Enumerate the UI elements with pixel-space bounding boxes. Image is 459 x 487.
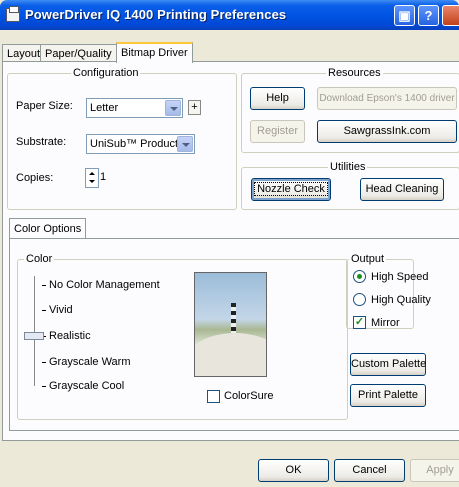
ok-button[interactable]: OK [258, 459, 329, 482]
color-options-panel: Color No Color Management Vivid Realisti… [9, 238, 459, 431]
configuration-group: Configuration Paper Size: Letter + Subst… [7, 67, 237, 210]
paper-size-select[interactable]: Letter [86, 98, 183, 118]
substrate-value: UniSub™ Products [90, 138, 184, 150]
high-speed-label: High Speed [371, 271, 429, 283]
close-icon[interactable] [442, 5, 459, 26]
level-grayscale-warm: Grayscale Warm [49, 356, 131, 368]
level-vivid: Vivid [49, 304, 73, 316]
sawgrassink-button[interactable]: SawgrassInk.com [317, 120, 457, 143]
tick-mark [42, 310, 46, 311]
substrate-select[interactable]: UniSub™ Products [86, 134, 195, 154]
add-paper-size-button[interactable]: + [188, 100, 201, 115]
paper-size-value: Letter [90, 102, 119, 114]
preview-dune [195, 333, 266, 376]
lighthouse-image [231, 303, 236, 333]
color-group: Color No Color Management Vivid Realisti… [17, 253, 348, 420]
preview-image [194, 272, 267, 377]
substrate-label: Substrate: [16, 136, 67, 148]
minimize-icon[interactable]: ▣ [394, 5, 415, 26]
tick-mark [42, 362, 46, 363]
tab-color-options[interactable]: Color Options [9, 218, 87, 239]
nozzle-check-label: Nozzle Check [254, 182, 328, 196]
head-cleaning-button[interactable]: Head Cleaning [360, 178, 444, 201]
arrow-down-icon[interactable] [87, 178, 97, 186]
mirror-checkbox[interactable] [353, 316, 366, 329]
high-quality-radio[interactable] [353, 293, 366, 306]
print-palette-button[interactable]: Print Palette [350, 384, 426, 407]
color-slider-track[interactable] [34, 276, 35, 386]
copies-label: Copies: [16, 172, 54, 184]
arrow-up-icon[interactable] [87, 170, 97, 178]
level-no-color-management: No Color Management [49, 279, 160, 291]
configuration-legend: Configuration [71, 67, 141, 79]
tab-bitmap-driver[interactable]: Bitmap Driver [116, 42, 193, 63]
utilities-legend: Utilities [328, 161, 368, 173]
tab-strip: Layout Paper/Quality Bitmap Driver [0, 42, 459, 63]
output-group: Output High Speed High Quality Mirror [346, 253, 431, 329]
tab-panel: Configuration Paper Size: Letter + Subst… [2, 61, 459, 441]
high-quality-label: High Quality [371, 294, 431, 306]
chevron-down-icon[interactable] [177, 136, 193, 152]
tick-mark [42, 386, 46, 387]
printing-preferences-window: PowerDriver IQ 1400 Printing Preferences… [0, 0, 459, 487]
resources-legend: Resources [326, 67, 383, 79]
utilities-group: Utilities Nozzle Check Head Cleaning [241, 161, 459, 210]
tick-mark [42, 285, 46, 286]
chevron-down-icon[interactable] [165, 100, 181, 116]
output-legend: Output [349, 253, 387, 265]
tab-layout[interactable]: Layout [2, 44, 46, 62]
register-button[interactable]: Register [250, 120, 305, 143]
mirror-label: Mirror [371, 317, 400, 329]
custom-palette-button[interactable]: Custom Palette [350, 353, 426, 376]
window-title: PowerDriver IQ 1400 Printing Preferences [25, 7, 287, 22]
help-icon[interactable]: ? [418, 5, 439, 26]
printer-icon [6, 6, 20, 22]
color-slider-thumb[interactable] [24, 332, 44, 340]
level-grayscale-cool: Grayscale Cool [49, 380, 125, 392]
level-realistic: Realistic [49, 330, 91, 342]
nozzle-check-button[interactable]: Nozzle Check [251, 178, 331, 201]
high-speed-radio[interactable] [353, 270, 366, 283]
cancel-button[interactable]: Cancel [334, 459, 405, 482]
download-driver-button[interactable]: Download Epson's 1400 driver [317, 87, 457, 110]
title-bar[interactable]: PowerDriver IQ 1400 Printing Preferences… [0, 0, 459, 30]
apply-button[interactable]: Apply [410, 459, 459, 482]
help-button[interactable]: Help [250, 87, 305, 110]
paper-size-label: Paper Size: [16, 100, 73, 112]
colorsure-label: ColorSure [224, 390, 274, 402]
copies-value[interactable]: 1 [100, 171, 106, 183]
resources-group: Resources Help Download Epson's 1400 dri… [241, 67, 459, 153]
tab-paper-quality[interactable]: Paper/Quality [40, 44, 117, 62]
copies-stepper[interactable] [85, 168, 99, 188]
color-legend: Color [24, 253, 55, 265]
colorsure-checkbox[interactable] [207, 390, 220, 403]
